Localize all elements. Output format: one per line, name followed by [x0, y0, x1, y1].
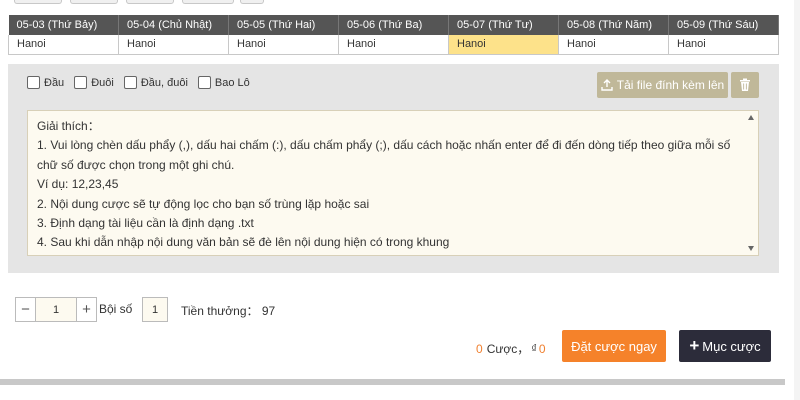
place-bet-button[interactable]: Đặt cược ngay [562, 330, 666, 362]
note-line: Giải thích： [37, 119, 100, 133]
checkbox-box[interactable] [27, 76, 40, 89]
top-tab[interactable] [240, 0, 264, 4]
checkbox-box[interactable] [197, 76, 211, 89]
note-line: 1. Vui lòng chèn dấu phẩy (,), dấu hai c… [37, 138, 731, 172]
quantity-stepper: − 1 + [15, 297, 97, 322]
upload-file-label: Tải file đính kèm lên [616, 78, 725, 92]
upload-icon [601, 79, 613, 91]
increment-button[interactable]: + [76, 298, 96, 321]
top-tabs-strip [0, 0, 800, 6]
date-header: 05-09 (Thứ Sáu) [668, 15, 779, 35]
date-header: 05-06 (Thứ Ba) [338, 15, 449, 35]
bottom-divider [0, 379, 785, 385]
checkbox-row: Đầu Đuôi Đầu, đuôi Bao Lô [27, 76, 260, 89]
checkbox-label: Đầu [44, 76, 65, 89]
quantity-input[interactable]: 1 [36, 298, 76, 321]
top-tab[interactable] [126, 0, 174, 4]
bets-label: Cược， [486, 342, 530, 356]
date-header: 05-05 (Thứ Hai) [228, 15, 339, 35]
multiplier-input[interactable]: 1 [142, 297, 168, 322]
date-cell[interactable]: Hanoi [338, 35, 449, 55]
bet-list-label: Mục cược [702, 338, 761, 354]
date-cell[interactable]: Hanoi [118, 35, 229, 55]
checkbox-box[interactable] [74, 76, 88, 89]
checkbox-bao-lo[interactable]: Bao Lô [197, 76, 250, 89]
date-header: 05-03 (Thứ Bảy) [8, 15, 119, 35]
checkbox-box[interactable] [123, 76, 137, 89]
date-cell-selected[interactable]: Hanoi [448, 35, 559, 55]
note-line: 2. Nội dung cược sẽ tự động lọc cho bạn … [37, 196, 370, 211]
date-cell[interactable]: Hanoi [8, 35, 119, 55]
decrement-button[interactable]: − [16, 298, 36, 321]
top-tab[interactable] [182, 0, 234, 4]
add-bet-list-button[interactable]: + Mục cược [679, 330, 771, 362]
bet-numbers-textarea[interactable]: Giải thích： 1. Vui lòng chèn dấu phẩy (,… [27, 110, 759, 256]
multiplier-label: Bội số [99, 302, 133, 316]
top-tab[interactable] [14, 0, 62, 4]
bet-amount: 0 [538, 341, 546, 356]
bet-summary: 0 Cược， ₫ 0 [476, 340, 546, 357]
bets-count: 0 [476, 341, 483, 356]
reward-value: 97 [261, 304, 276, 318]
scroll-up-icon[interactable] [748, 115, 754, 120]
checkbox-label: Đuôi [91, 76, 114, 89]
date-header: 05-04 (Chủ Nhật) [118, 15, 229, 35]
checkbox-dau[interactable]: Đầu [27, 76, 64, 89]
checkbox-dau-duoi[interactable]: Đầu, đuôi [123, 76, 188, 89]
currency-icon: ₫ [531, 342, 537, 355]
note-line: 3. Định dạng tài liệu cần là định dạng .… [37, 216, 254, 231]
checkbox-label: Bao Lô [214, 76, 250, 89]
checkbox-duoi[interactable]: Đuôi [74, 76, 114, 89]
date-cell[interactable]: Hanoi [228, 35, 339, 55]
upload-file-button[interactable]: Tải file đính kèm lên [597, 72, 728, 98]
reward-info: Tiền thưởng： 97 [181, 302, 275, 319]
date-header: 05-08 (Thứ Năm) [558, 15, 669, 35]
top-tab[interactable] [70, 0, 118, 4]
trash-icon [740, 78, 750, 91]
reward-label: Tiền thưởng： [181, 304, 259, 318]
scroll-down-icon[interactable] [748, 246, 754, 251]
date-cell[interactable]: Hanoi [668, 35, 779, 55]
date-cell[interactable]: Hanoi [558, 35, 669, 55]
date-header: 05-07 (Thứ Tư) [448, 15, 559, 35]
checkbox-label: Đầu, đuôi [140, 76, 188, 89]
note-line: Ví dụ: 12,23,45 [37, 177, 119, 192]
note-line: 4. Sau khi dẫn nhập nội dung văn bản sẽ … [37, 235, 450, 250]
bet-options-panel: Đầu Đuôi Đầu, đuôi Bao Lô Tải file đính … [8, 64, 779, 273]
page-scrollbar[interactable] [794, 0, 800, 400]
clear-button[interactable] [731, 72, 759, 98]
plus-icon: + [689, 336, 700, 355]
date-table: 05-03 (Thứ Bảy) 05-04 (Chủ Nhật) 05-05 (… [8, 15, 779, 55]
